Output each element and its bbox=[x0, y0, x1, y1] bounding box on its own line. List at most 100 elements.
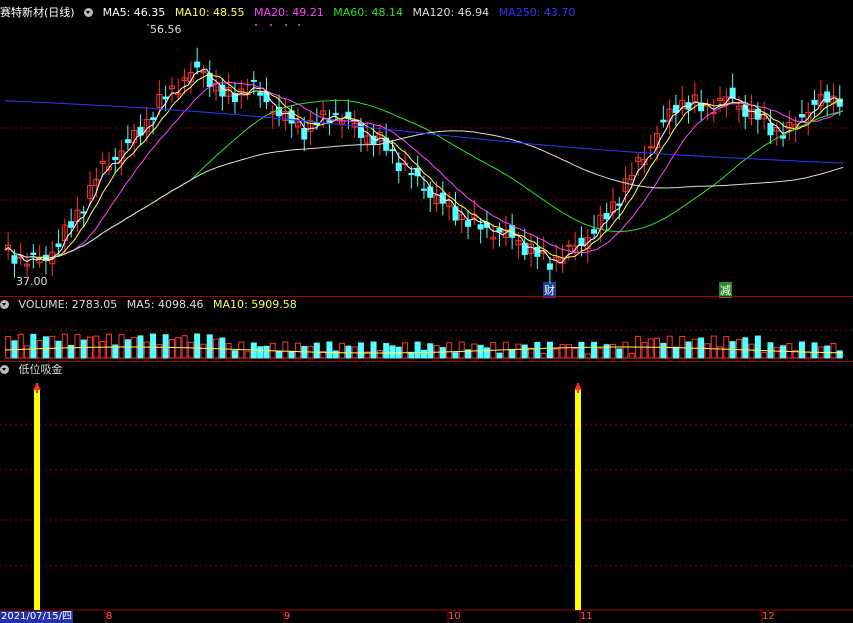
candle-down bbox=[301, 127, 308, 140]
volume-bar-up bbox=[99, 341, 106, 359]
volume-bar-down bbox=[780, 345, 787, 359]
volume-bar-down bbox=[370, 341, 377, 359]
volume-bar-up bbox=[294, 342, 301, 359]
volume-bar-down bbox=[30, 333, 37, 359]
signal-arrow-stem bbox=[36, 383, 38, 393]
candle-down bbox=[672, 105, 679, 114]
volume-bar-down bbox=[427, 343, 434, 359]
volume-bar-down bbox=[345, 345, 352, 359]
volume-bar-up bbox=[61, 333, 68, 359]
volume-bar-up bbox=[723, 336, 730, 359]
candle-up bbox=[565, 244, 572, 247]
signal-bar bbox=[34, 390, 40, 610]
marker-dot bbox=[285, 24, 287, 26]
volume-bar-up bbox=[49, 335, 56, 359]
volume-bar-up bbox=[244, 351, 251, 359]
volume-bar-down bbox=[257, 346, 264, 359]
volume-bar-down bbox=[383, 343, 390, 359]
volume-bar-down bbox=[150, 333, 157, 359]
volume-bar-up bbox=[805, 351, 812, 359]
candle-up bbox=[647, 146, 654, 149]
volume-bar-down bbox=[389, 345, 396, 359]
volume-bar-up bbox=[597, 348, 604, 359]
candle-down bbox=[546, 263, 553, 270]
volume-bar-down bbox=[509, 348, 516, 359]
volume-bar-up bbox=[515, 343, 522, 359]
ma250-line bbox=[4, 100, 843, 164]
candle-down bbox=[798, 114, 805, 118]
volume-bar-down bbox=[477, 344, 484, 359]
volume-bar-up bbox=[559, 343, 566, 359]
volume-bar-down bbox=[534, 341, 541, 359]
candle-down bbox=[534, 246, 541, 257]
candle-down bbox=[112, 156, 119, 161]
volume-bar-up bbox=[748, 343, 755, 359]
volume-bar-down bbox=[231, 350, 238, 359]
volume-bar-down bbox=[357, 342, 364, 359]
volume-bar-up bbox=[339, 342, 346, 359]
volume-bar-up bbox=[74, 333, 81, 359]
volume-bar-up bbox=[565, 344, 572, 359]
volume-bar-down bbox=[521, 344, 528, 359]
volume-bar-down bbox=[660, 342, 667, 359]
marker-dot bbox=[147, 24, 149, 26]
candle-down bbox=[767, 122, 774, 136]
candle-down bbox=[68, 221, 75, 228]
candle-down bbox=[465, 220, 472, 227]
volume-bar-down bbox=[276, 350, 283, 359]
volume-bar-up bbox=[105, 333, 112, 359]
axis-month-label: 12 bbox=[762, 611, 775, 622]
ma10-line bbox=[4, 73, 843, 261]
volume-bar-up bbox=[572, 348, 579, 359]
volume-bar-up bbox=[17, 333, 24, 359]
volume-bar-down bbox=[219, 337, 226, 359]
axis-month-label: 11 bbox=[580, 611, 593, 622]
volume-bar-down bbox=[836, 350, 843, 359]
candle-down bbox=[420, 188, 427, 191]
volume-bar-down bbox=[263, 345, 270, 359]
volume-bar-down bbox=[206, 334, 213, 359]
volume-bar-down bbox=[80, 339, 87, 359]
volume-bar-up bbox=[187, 341, 194, 359]
volume-bar-up bbox=[282, 341, 289, 359]
ma20-line bbox=[4, 81, 844, 259]
marker-dot bbox=[270, 24, 272, 26]
volume-bar-down bbox=[439, 347, 446, 359]
kline-chart-canvas[interactable] bbox=[0, 0, 853, 623]
candle-down bbox=[162, 96, 169, 100]
volume-bar-up bbox=[156, 344, 163, 359]
volume-bar-down bbox=[313, 342, 320, 359]
candle-down bbox=[578, 237, 585, 246]
volume-bar-up bbox=[710, 335, 717, 359]
volume-bar-down bbox=[288, 350, 295, 359]
volume-bar-up bbox=[786, 343, 793, 359]
volume-bar-up bbox=[458, 341, 465, 359]
volume-bar-down bbox=[414, 341, 421, 359]
volume-bar-up bbox=[647, 338, 654, 359]
volume-bar-up bbox=[5, 336, 12, 359]
candle-down bbox=[194, 61, 201, 68]
volume-bar-down bbox=[591, 341, 598, 359]
candle-down bbox=[150, 117, 157, 121]
volume-bar-up bbox=[143, 341, 150, 359]
volume-bar-down bbox=[55, 340, 62, 359]
volume-bar-up bbox=[641, 341, 648, 359]
volume-bar-up bbox=[761, 351, 768, 359]
volume-bar-up bbox=[446, 342, 453, 359]
volume-bar-up bbox=[622, 341, 629, 359]
volume-bar-up bbox=[225, 342, 232, 359]
volume-bar-down bbox=[332, 350, 339, 359]
candle-down bbox=[389, 149, 396, 152]
candle-down bbox=[521, 242, 528, 256]
candle-down bbox=[11, 255, 18, 264]
candle-down bbox=[591, 229, 598, 234]
candle-down bbox=[811, 99, 818, 105]
volume-bar-up bbox=[24, 345, 31, 359]
volume-bar-down bbox=[194, 333, 201, 359]
candle-down bbox=[408, 172, 415, 175]
volume-bar-up bbox=[704, 343, 711, 359]
volume-bar-up bbox=[654, 337, 661, 359]
candle-down bbox=[55, 243, 62, 248]
volume-bar-down bbox=[452, 352, 459, 359]
volume-bar-down bbox=[616, 348, 623, 359]
